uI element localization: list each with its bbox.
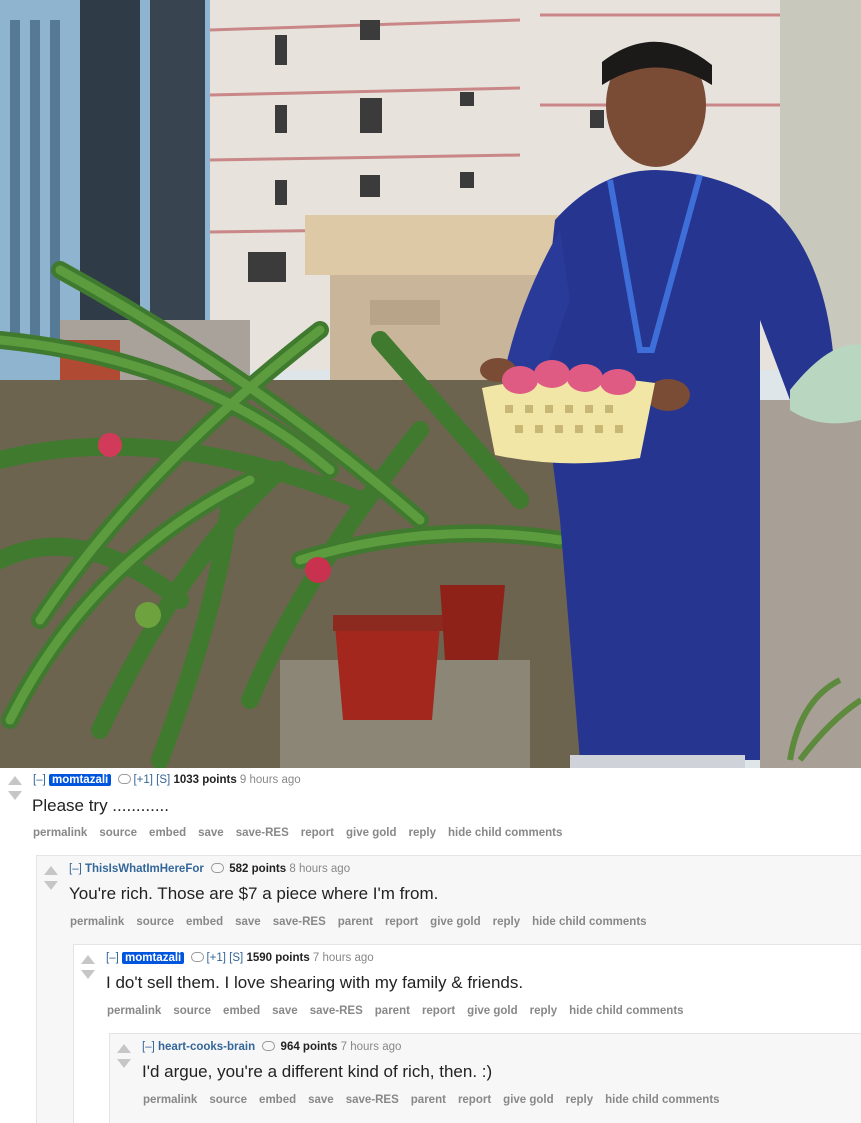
- comment-heart-cooks-brain: [–] heart-cooks-brain 964 points 7 hours…: [109, 1033, 861, 1123]
- comment-tagline: [–] momtazali [+1] [S] 1590 points 7 hou…: [106, 952, 374, 964]
- parent-button[interactable]: parent: [411, 1094, 446, 1106]
- comment-actions: permalink source embed save save-RES parent re…: [70, 916, 659, 928]
- submitter-attr[interactable]: [S]: [229, 952, 243, 964]
- embed-button[interactable]: embed: [186, 916, 223, 928]
- permalink-button[interactable]: permalink: [107, 1005, 161, 1017]
- comment-tagline: [–] ThisIsWhatImHereFor 582 points 8 hou…: [69, 863, 350, 875]
- permalink-button[interactable]: permalink: [33, 827, 87, 839]
- reply-button[interactable]: reply: [493, 916, 521, 928]
- flair-count[interactable]: [+1]: [206, 952, 226, 964]
- permalink-button[interactable]: permalink: [70, 916, 124, 928]
- collapse-toggle[interactable]: [–]: [106, 952, 119, 964]
- embed-button[interactable]: embed: [223, 1005, 260, 1017]
- hide-child-comments-button[interactable]: hide child comments: [569, 1005, 683, 1017]
- save-button[interactable]: save: [235, 916, 261, 928]
- upvote-arrow-icon[interactable]: [117, 1044, 131, 1053]
- comment-thread: [–] momtazali [+1] [S] 1033 points 9 hou…: [0, 768, 861, 1123]
- upvote-arrow-icon[interactable]: [81, 955, 95, 964]
- comment-actions: permalink source embed save save-RES parent re…: [107, 1005, 696, 1017]
- downvote-arrow-icon[interactable]: [8, 791, 22, 800]
- reply-button[interactable]: reply: [530, 1005, 558, 1017]
- flair-count[interactable]: [+1]: [133, 774, 153, 786]
- comment-body: You're rich. Those are $7 a piece where …: [69, 884, 439, 903]
- give-gold-button[interactable]: give gold: [430, 916, 480, 928]
- save-res-button[interactable]: save-RES: [310, 1005, 363, 1017]
- author-link[interactable]: momtazali: [49, 774, 112, 786]
- comment-actions: permalink source embed save save-RES report gi…: [33, 827, 574, 839]
- speech-bubble-icon: [191, 952, 205, 962]
- upvote-arrow-icon[interactable]: [8, 776, 22, 785]
- author-link[interactable]: ThisIsWhatImHereFor: [85, 863, 204, 875]
- comment-tagline: [–] momtazali [+1] [S] 1033 points 9 hou…: [33, 774, 301, 786]
- timestamp: 7 hours ago: [340, 1041, 402, 1053]
- collapse-toggle[interactable]: [–]: [142, 1041, 155, 1053]
- score: 964 points: [280, 1041, 338, 1053]
- score: 582 points: [229, 863, 287, 875]
- score: 1033 points: [173, 774, 237, 786]
- save-res-button[interactable]: save-RES: [236, 827, 289, 839]
- vote-arrows: [7, 776, 23, 800]
- collapse-toggle[interactable]: [–]: [33, 774, 46, 786]
- timestamp: 9 hours ago: [239, 774, 301, 786]
- comment-body: I'd argue, you're a different kind of ri…: [142, 1062, 493, 1081]
- score: 1590 points: [246, 952, 310, 964]
- upvote-arrow-icon[interactable]: [44, 866, 58, 875]
- report-button[interactable]: report: [385, 916, 418, 928]
- report-button[interactable]: report: [458, 1094, 491, 1106]
- vote-arrows: [80, 955, 96, 979]
- speech-bubble-icon: [262, 1041, 276, 1051]
- collapse-toggle[interactable]: [–]: [69, 863, 82, 875]
- embed-button[interactable]: embed: [259, 1094, 296, 1106]
- post-photo: [0, 0, 861, 768]
- speech-bubble-icon: [118, 774, 132, 784]
- author-link[interactable]: momtazali: [122, 952, 185, 964]
- save-button[interactable]: save: [272, 1005, 298, 1017]
- hide-child-comments-button[interactable]: hide child comments: [605, 1094, 719, 1106]
- photo-illustration: [0, 0, 861, 768]
- give-gold-button[interactable]: give gold: [503, 1094, 553, 1106]
- author-link[interactable]: heart-cooks-brain: [158, 1041, 255, 1053]
- vote-arrows: [116, 1044, 132, 1068]
- timestamp: 8 hours ago: [289, 863, 351, 875]
- save-button[interactable]: save: [308, 1094, 334, 1106]
- save-button[interactable]: save: [198, 827, 224, 839]
- save-res-button[interactable]: save-RES: [273, 916, 326, 928]
- permalink-button[interactable]: permalink: [143, 1094, 197, 1106]
- source-button[interactable]: source: [173, 1005, 211, 1017]
- comment-body: I do't sell them. I love shearing with m…: [106, 973, 524, 992]
- comment-body: Please try ............: [32, 796, 169, 815]
- submitter-attr[interactable]: [S]: [156, 774, 170, 786]
- report-button[interactable]: report: [301, 827, 334, 839]
- parent-button[interactable]: parent: [375, 1005, 410, 1017]
- give-gold-button[interactable]: give gold: [467, 1005, 517, 1017]
- report-button[interactable]: report: [422, 1005, 455, 1017]
- comment-tagline: [–] heart-cooks-brain 964 points 7 hours…: [142, 1041, 401, 1053]
- give-gold-button[interactable]: give gold: [346, 827, 396, 839]
- downvote-arrow-icon[interactable]: [117, 1059, 131, 1068]
- comment-actions: permalink source embed save save-RES parent re…: [143, 1094, 732, 1106]
- vote-arrows: [43, 866, 59, 890]
- speech-bubble-icon: [211, 863, 225, 873]
- parent-button[interactable]: parent: [338, 916, 373, 928]
- downvote-arrow-icon[interactable]: [81, 970, 95, 979]
- reply-button[interactable]: reply: [409, 827, 437, 839]
- embed-button[interactable]: embed: [149, 827, 186, 839]
- hide-child-comments-button[interactable]: hide child comments: [532, 916, 646, 928]
- timestamp: 7 hours ago: [312, 952, 374, 964]
- hide-child-comments-button[interactable]: hide child comments: [448, 827, 562, 839]
- source-button[interactable]: source: [209, 1094, 247, 1106]
- downvote-arrow-icon[interactable]: [44, 881, 58, 890]
- source-button[interactable]: source: [136, 916, 174, 928]
- source-button[interactable]: source: [99, 827, 137, 839]
- save-res-button[interactable]: save-RES: [346, 1094, 399, 1106]
- reply-button[interactable]: reply: [566, 1094, 594, 1106]
